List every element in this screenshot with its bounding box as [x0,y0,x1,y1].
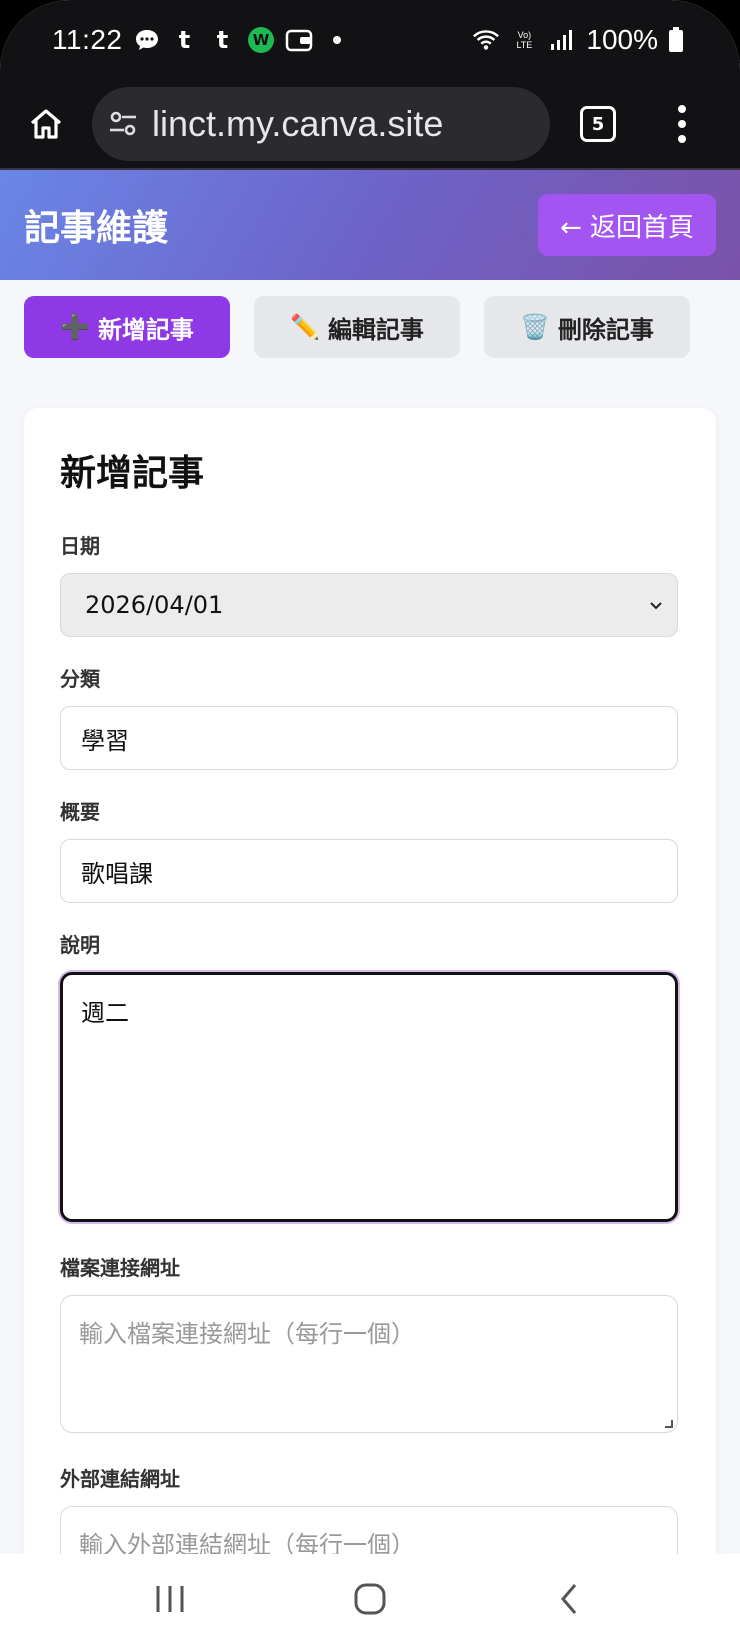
tab-switcher-button[interactable]: 5 [580,106,616,142]
file-url-field-group: 檔案連接網址 輸入檔案連接網址（每行一個） [60,1252,680,1433]
edit-note-label: 編輯記事 [327,315,424,344]
status-left: 11:22 t t W [52,24,351,56]
trash-icon: 🗑️ [520,313,550,341]
recent-apps-button[interactable] [140,1569,200,1629]
dot-icon [323,26,351,54]
status-right: Vo) LTE 100% [472,24,684,56]
site-settings-icon[interactable] [108,109,138,139]
page-header: 記事維護 ← 返回首頁 [0,170,740,280]
url-text: linct.my.canva.site [152,103,444,144]
signal-icon [548,26,576,54]
page-title: 記事維護 [24,208,169,249]
description-field-group: 說明 週二 [60,929,680,1222]
menu-dot-icon [678,120,686,128]
back-nav-button[interactable] [540,1569,600,1629]
summary-field-group: 概要 歌唱課 [60,796,680,903]
home-nav-button[interactable] [340,1569,400,1629]
address-bar[interactable]: linct.my.canva.site [92,87,550,161]
form-title: 新增記事 [60,453,205,494]
t-icon: t [178,26,191,54]
screen: 11:22 t t W Vo) LTE 100% linct.my.canva.… [0,0,740,1644]
note-form-card: 新增記事 日期 2026/04/01 分類 學習 概要 歌唱課 說明 週二 檔案… [24,408,716,1644]
browser-menu-button[interactable] [676,105,688,143]
browser-toolbar: linct.my.canva.site 5 [0,80,740,170]
category-field-group: 分類 學習 [60,663,680,770]
recent-apps-icon [156,1586,184,1612]
category-input[interactable]: 學習 [60,706,678,770]
add-note-label: 新增記事 [97,315,194,344]
file-url-textarea[interactable]: 輸入檔案連接網址（每行一個） [60,1295,678,1433]
action-tabs: ➕ 新增記事 ✏️ 編輯記事 🗑️ 刪除記事 [24,296,716,358]
edit-note-tab[interactable]: ✏️ 編輯記事 [254,296,460,358]
file-url-label: 檔案連接網址 [60,1256,180,1280]
summary-input[interactable]: 歌唱課 [60,839,678,903]
system-nav-bar [0,1554,740,1644]
chat-bubble-icon [133,26,161,54]
resize-handle-icon[interactable] [665,1420,673,1428]
back-arrow-icon [561,1584,577,1614]
t-icon: t [216,26,229,54]
file-url-placeholder: 輸入檔案連接網址（每行一個） [79,1320,415,1348]
svg-text:W: W [252,31,269,49]
home-icon [30,109,62,139]
external-url-label: 外部連結網址 [60,1467,180,1491]
delete-note-tab[interactable]: 🗑️ 刪除記事 [484,296,690,358]
add-note-tab[interactable]: ➕ 新增記事 [24,296,230,358]
description-label: 說明 [60,933,100,957]
device-frame: 11:22 t t W Vo) LTE 100% linct.my.canva.… [0,0,740,1644]
battery-percent: 100% [586,24,658,55]
w-app-icon: W [247,26,275,54]
summary-label: 概要 [60,800,100,824]
pencil-icon: ✏️ [290,313,320,341]
menu-dot-icon [678,105,686,113]
wallet-icon [285,26,313,54]
plus-icon: ➕ [60,313,90,341]
status-time: 11:22 [52,24,123,55]
menu-dot-icon [678,135,686,143]
date-value: 2026/04/01 [85,591,224,619]
date-label: 日期 [60,534,100,558]
browser-home-button[interactable] [22,100,70,148]
chevron-down-icon [649,595,663,616]
back-home-button[interactable]: ← 返回首頁 [538,194,716,256]
home-nav-icon [354,1583,386,1615]
battery-icon [668,26,684,54]
delete-note-label: 刪除記事 [557,315,654,344]
description-textarea[interactable]: 週二 [60,972,678,1222]
date-select[interactable]: 2026/04/01 [60,573,678,637]
category-label: 分類 [60,667,100,691]
volte-icon: Vo) LTE [516,30,533,50]
date-field-group: 日期 2026/04/01 [60,530,680,637]
status-bar: 11:22 t t W Vo) LTE 100% [0,0,740,80]
wifi-icon [472,26,500,54]
